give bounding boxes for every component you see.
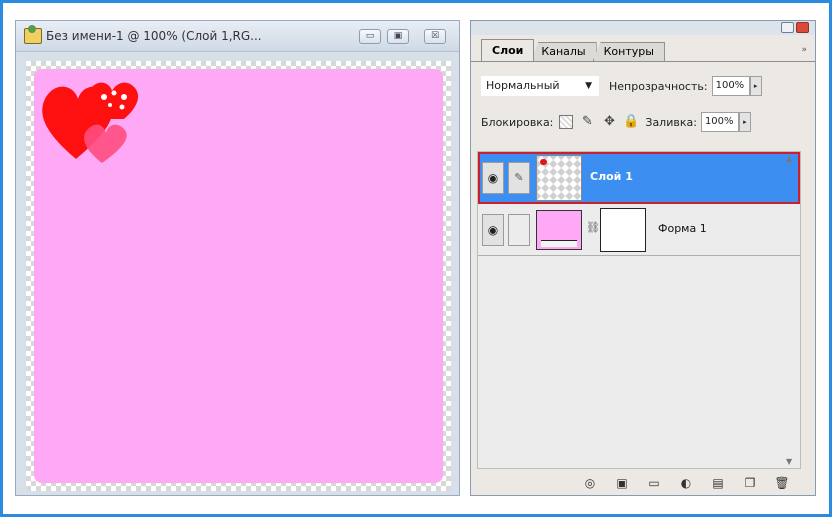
opacity-input[interactable]: 100% (711, 76, 750, 96)
layer-fill-thumbnail (536, 210, 582, 250)
canvas[interactable] (34, 69, 443, 483)
fill-slider-arrow-icon[interactable]: ▸ (738, 112, 751, 132)
lock-position-move-icon[interactable]: ✥ (601, 114, 617, 130)
document-title: Без имени-1 @ 100% (Слой 1,RG... (46, 29, 262, 43)
fill-input[interactable]: 100% (700, 112, 739, 132)
hearts-graphic (42, 82, 139, 163)
tab-paths[interactable]: Контуры (592, 42, 665, 61)
lock-label: Блокировка: (481, 115, 554, 129)
scroll-down-arrow-icon[interactable]: ▼ (786, 457, 792, 466)
layer-thumbnail (536, 155, 582, 201)
brush-link-icon[interactable]: ✎ (508, 162, 530, 194)
document-window: Без имени-1 @ 100% (Слой 1,RG... ▭ ▣ ☒ (15, 20, 460, 496)
panel-menu-arrow-icon[interactable]: » (801, 45, 807, 55)
link-icon[interactable]: ◎ (581, 476, 599, 490)
fx-icon[interactable]: ▣ (613, 476, 631, 490)
document-titlebar[interactable]: Без имени-1 @ 100% (Слой 1,RG... ▭ ▣ ☒ (16, 21, 459, 52)
panel-tabs: Слои Каналы Контуры (481, 39, 665, 61)
folder-icon[interactable]: ▤ (709, 476, 727, 490)
link-cell[interactable] (508, 214, 530, 246)
close-button[interactable]: ☒ (424, 29, 446, 44)
chain-link-icon[interactable]: ⛓ (586, 221, 600, 234)
layers-scrollbar[interactable]: ▲ ▼ (786, 154, 798, 466)
photoshop-document-icon (24, 25, 42, 44)
minimize-button[interactable]: ▭ (359, 29, 381, 44)
blend-mode-select[interactable]: Нормальный ▼ (481, 76, 599, 96)
visibility-eye-icon[interactable]: ◉ (482, 214, 504, 246)
layer-row-sloy1[interactable]: ◉ ✎ Слой 1 (478, 152, 800, 204)
panel-topbar (471, 21, 815, 35)
scroll-up-arrow-icon[interactable]: ▲ (786, 154, 792, 163)
panel-minimize-button[interactable] (781, 22, 794, 33)
lock-all-padlock-icon[interactable]: 🔒 (623, 114, 639, 130)
chevron-down-icon: ▼ (585, 81, 592, 91)
blend-opacity-row: Нормальный ▼ Непрозрачность: 100% ▸ (481, 73, 811, 99)
panel-close-button[interactable] (796, 22, 809, 33)
visibility-eye-icon[interactable]: ◉ (482, 162, 504, 194)
new-layer-icon[interactable]: ❐ (741, 476, 759, 490)
fill-label: Заливка: (645, 115, 697, 129)
layers-list: ◉ ✎ Слой 1 ◉ ⛓ Форма 1 ▲ ▼ (477, 151, 801, 469)
lock-paint-brush-icon[interactable]: ✎ (579, 114, 595, 130)
opacity-slider-arrow-icon[interactable]: ▸ (749, 76, 762, 96)
layer-name[interactable]: Слой 1 (590, 170, 633, 183)
lock-fill-row: Блокировка: ✎ ✥ 🔒 Заливка: 100% ▸ (481, 109, 811, 135)
layer-name[interactable]: Форма 1 (658, 222, 707, 235)
lock-transparency-icon[interactable] (559, 115, 574, 129)
layer-mask-thumbnail[interactable] (600, 208, 646, 252)
layer-row-forma1[interactable]: ◉ ⛓ Форма 1 (478, 204, 800, 256)
opacity-label: Непрозрачность: (609, 79, 708, 93)
tab-channels[interactable]: Каналы (530, 42, 597, 61)
mask-icon[interactable]: ▭ (645, 476, 663, 490)
maximize-button[interactable]: ▣ (387, 29, 409, 44)
tab-layers[interactable]: Слои (481, 39, 535, 61)
layers-panel: Слои Каналы Контуры » Нормальный ▼ Непро… (470, 20, 816, 496)
canvas-transparency-border (26, 61, 451, 491)
panel-footer: ◎ ▣ ▭ ◐ ▤ ❐ 🗑 (477, 473, 801, 493)
trash-icon[interactable]: 🗑 (773, 476, 791, 490)
blend-mode-value: Нормальный (486, 79, 560, 92)
adjustment-icon[interactable]: ◐ (677, 476, 695, 490)
